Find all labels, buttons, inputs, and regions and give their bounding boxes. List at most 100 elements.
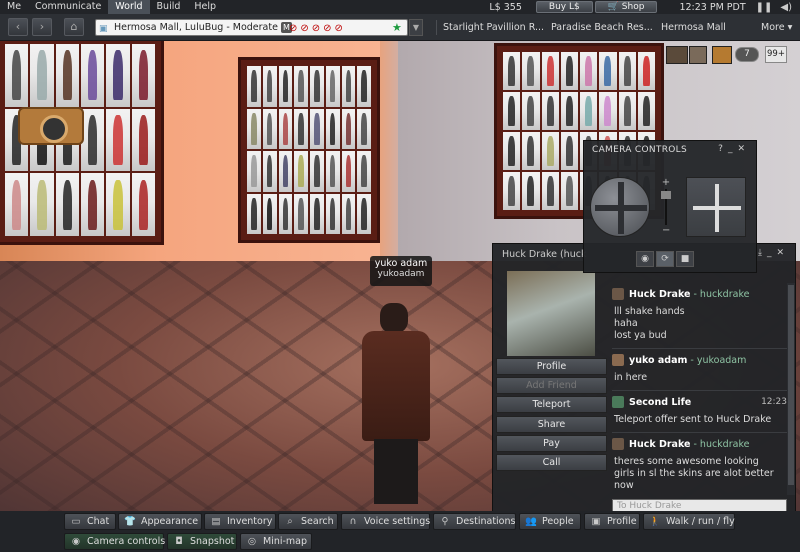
menu-communicate[interactable]: Communicate: [28, 0, 108, 14]
im-title-buttons: ⤓_✕: [758, 248, 789, 258]
call-button[interactable]: Call: [496, 454, 607, 471]
shop-button[interactable]: 🛒 Shop: [594, 1, 658, 13]
chat-button[interactable]: ▭ Chat: [64, 513, 116, 530]
forward-button[interactable]: ›: [32, 18, 52, 36]
camera-orbit-control[interactable]: [590, 177, 650, 237]
favorite-starlight-pavillion[interactable]: Starlight Pavillion R...: [443, 22, 544, 33]
camera-object[interactable]: [18, 107, 84, 145]
video-camera-icon[interactable]: ■: [676, 251, 694, 267]
zoom-out-icon[interactable]: −: [662, 225, 670, 236]
sender-username: - huckdrake: [693, 288, 750, 300]
profile-toolbar-button[interactable]: ▣ Profile: [584, 513, 640, 530]
close-icon[interactable]: ✕: [737, 144, 750, 154]
linden-balance[interactable]: L$ 355: [489, 2, 522, 13]
mini-map-button[interactable]: ◎ Mini-map: [240, 533, 312, 550]
back-button[interactable]: ‹: [8, 18, 28, 36]
chat-count-badge[interactable]: 99+: [765, 46, 787, 63]
zoom-slider-knob[interactable]: [661, 191, 671, 199]
favorite-paradise-beach[interactable]: Paradise Beach Res...: [551, 22, 653, 33]
camera-controls-button[interactable]: ◉ Camera controls: [64, 533, 165, 550]
hud-avatar-icon-2[interactable]: [689, 46, 707, 64]
share-button[interactable]: Share: [496, 416, 607, 433]
favorite-hermosa-mall[interactable]: Hermosa Mall: [661, 22, 726, 33]
location-history-dropdown[interactable]: ▼: [409, 19, 423, 36]
chat-message: Huck Drake - huckdrake lll shake hands h…: [612, 286, 787, 349]
favorite-star-icon[interactable]: ★: [392, 20, 402, 35]
sender-avatar-icon: [612, 354, 624, 366]
sender-name[interactable]: Huck Drake: [629, 289, 690, 300]
sender-avatar-icon: [612, 288, 624, 300]
player-avatar[interactable]: [356, 291, 436, 506]
hud-avatar-icon-1[interactable]: [666, 46, 688, 64]
orbit-mode-icon[interactable]: ⟳: [656, 251, 674, 267]
camera-title-buttons: ?_✕: [718, 144, 750, 154]
search-button[interactable]: ⌕ Search: [278, 513, 338, 530]
home-button[interactable]: ⌂: [64, 18, 84, 36]
navigation-bar: ‹ › ⌂ ▣ Hermosa Mall, LuluBug - Moderate…: [0, 14, 800, 41]
close-icon[interactable]: ✕: [776, 248, 789, 258]
menu-me[interactable]: Me: [0, 0, 28, 14]
home-icon: ⌂: [70, 20, 78, 33]
location-input[interactable]: ▣ Hermosa Mall, LuluBug - Moderate M ⊘⊘⊘⊘…: [95, 19, 408, 36]
menu-world[interactable]: World: [108, 0, 150, 14]
notifications-badge[interactable]: 7: [735, 47, 759, 62]
sender-name[interactable]: yuko adam: [629, 355, 687, 366]
second-life-icon: [612, 396, 624, 408]
chevron-down-icon: ▼: [412, 23, 420, 32]
im-title: Huck Drake (huck: [502, 249, 587, 260]
inventory-button[interactable]: ▤ Inventory: [204, 513, 276, 530]
contact-profile-picture: [507, 271, 595, 356]
walk-run-fly-button[interactable]: 🚶 Walk / run / fly: [643, 513, 735, 530]
radar-icon: ◎: [247, 536, 257, 547]
add-friend-button[interactable]: Add Friend: [496, 377, 607, 394]
pay-button[interactable]: Pay: [496, 435, 607, 452]
buy-currency-button[interactable]: Buy L$: [535, 1, 593, 13]
destinations-button[interactable]: ⚲ Destinations: [433, 513, 516, 530]
pause-media-icon[interactable]: ❚❚: [756, 2, 773, 13]
message-time: 12:23: [761, 397, 787, 407]
clock: 12:23 PM PDT: [679, 1, 746, 13]
chat-scrollbar[interactable]: [787, 283, 795, 495]
sender-username: - huckdrake: [693, 438, 750, 450]
zoom-in-icon[interactable]: +: [660, 177, 672, 188]
cart-icon: 🛒: [607, 2, 619, 12]
profile-button[interactable]: Profile: [496, 358, 607, 375]
avatar-name-tag: yuko adam yukoadam: [370, 256, 432, 286]
parcel-restriction-icons: ⊘⊘⊘⊘⊘: [289, 23, 346, 34]
bottom-toolbar: ▭ Chat 👕 Appearance ▤ Inventory ⌕ Search ∩ Vo…: [0, 511, 800, 552]
location-info-icon: ▣: [99, 24, 108, 34]
camera-controls-title: CAMERA CONTROLS: [592, 145, 687, 155]
chat-history[interactable]: Huck Drake - huckdrake lll shake hands h…: [612, 283, 787, 495]
eye-icon[interactable]: ◉: [636, 251, 654, 267]
clothing-display-board-middle[interactable]: [238, 57, 380, 243]
eye-icon: ◉: [71, 536, 81, 547]
teleport-button[interactable]: Teleport: [496, 396, 607, 413]
menu-build[interactable]: Build: [150, 0, 188, 14]
camera-icon: ◘: [175, 536, 183, 547]
headset-icon: ∩: [349, 516, 357, 527]
profile-card-icon: ▣: [591, 516, 601, 527]
chat-bubble-icon: ▭: [71, 516, 81, 527]
chat-message: Huck Drake - huckdrake theres some aweso…: [612, 438, 774, 491]
camera-zoom-slider[interactable]: + −: [660, 177, 672, 237]
location-text: Hermosa Mall, LuluBug - Moderate: [114, 22, 278, 33]
sender-name[interactable]: Huck Drake: [629, 439, 690, 450]
people-button[interactable]: 👥 People: [519, 513, 581, 530]
appearance-button[interactable]: 👕 Appearance: [118, 513, 202, 530]
favorites-more-button[interactable]: More ▾: [761, 22, 792, 33]
volume-icon[interactable]: ◀): [780, 2, 792, 13]
hud-object-icon[interactable]: [712, 46, 732, 64]
camera-pan-control[interactable]: [686, 177, 746, 237]
tear-off-icon[interactable]: ⤓: [758, 248, 767, 258]
top-menu-bar: Me Communicate World Build Help L$ 355 B…: [0, 0, 800, 14]
shirt-icon: 👕: [124, 516, 136, 527]
voice-settings-button[interactable]: ∩ Voice settings: [341, 513, 430, 530]
chevron-down-icon: ▾: [787, 22, 793, 33]
menu-help[interactable]: Help: [187, 0, 223, 14]
chevron-left-icon: ‹: [15, 20, 21, 33]
snapshot-button[interactable]: ◘ Snapshot: [167, 533, 237, 550]
people-icon: 👥: [525, 516, 537, 527]
sender-username: - yukoadam: [690, 354, 747, 366]
location-pin-icon: ⚲: [441, 516, 449, 527]
help-icon[interactable]: ?: [718, 144, 728, 154]
